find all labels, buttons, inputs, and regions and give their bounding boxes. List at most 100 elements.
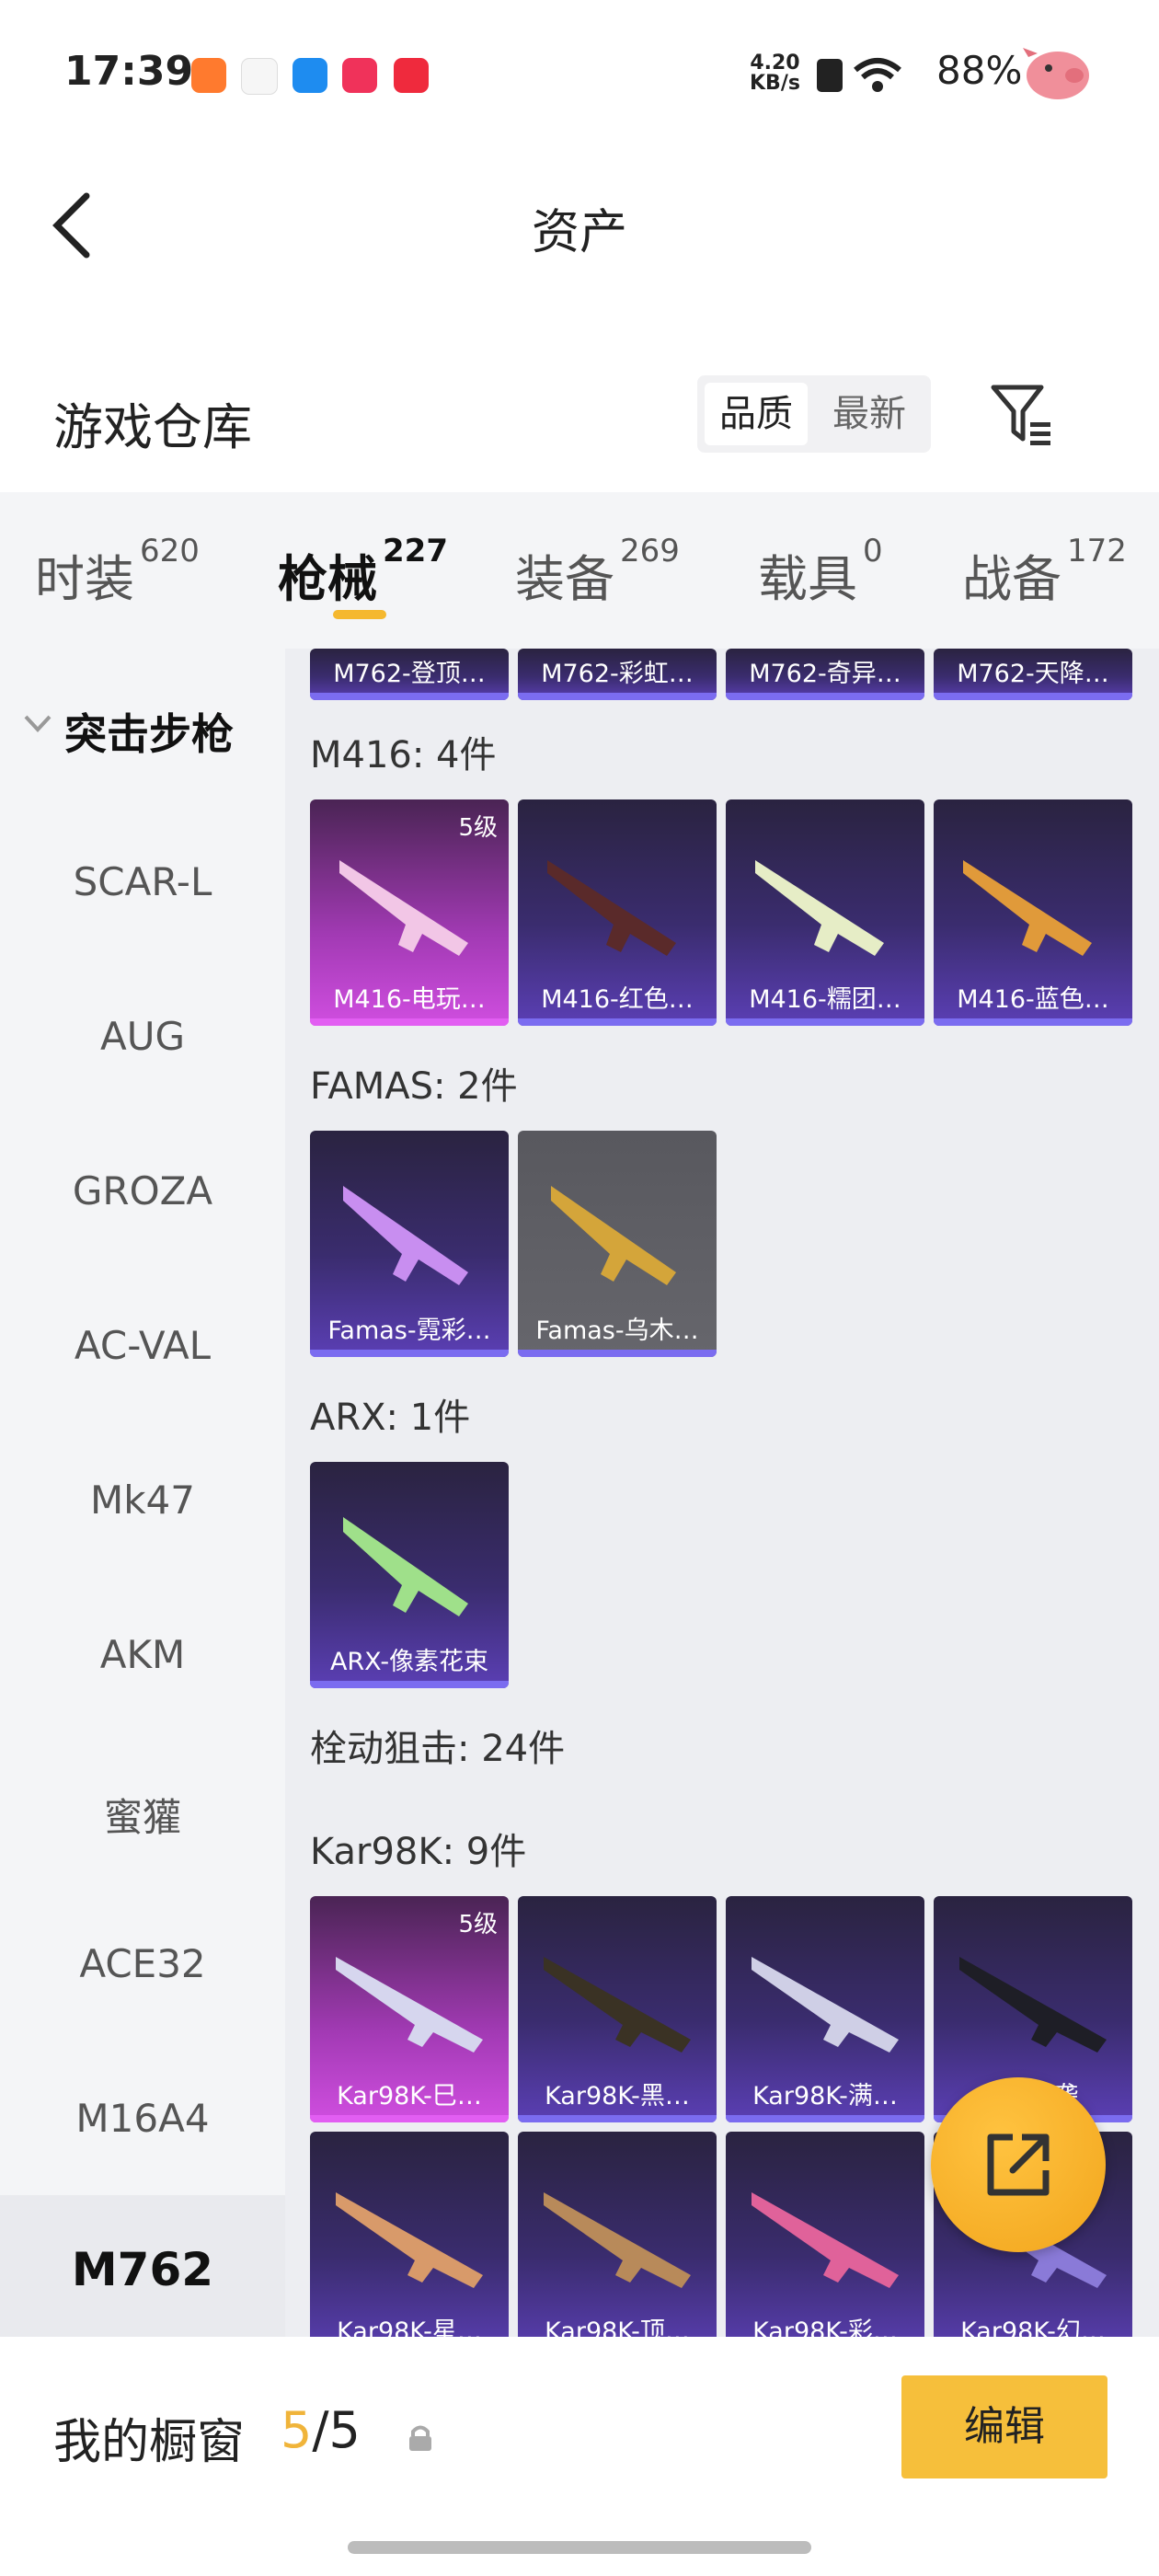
- sidebar-item-honey-badger[interactable]: 蜜獾: [0, 1787, 285, 1843]
- xiaohongshu-icon: [394, 58, 429, 93]
- browser-icon: [293, 58, 327, 93]
- rifle-icon: [551, 1186, 676, 1285]
- tab-label: 装备: [515, 550, 614, 608]
- skin-name: M762-彩虹…: [541, 660, 694, 688]
- skin-name: M762-登顶…: [333, 660, 486, 688]
- skin-card[interactable]: M762-彩虹…: [518, 649, 717, 700]
- tab-count: 620: [140, 533, 200, 569]
- skin-name: M416-糯团…: [749, 985, 901, 1014]
- sidebar-item-mk47[interactable]: Mk47: [0, 1478, 285, 1523]
- skin-card[interactable]: 5级 M416-电玩…: [310, 799, 509, 1026]
- edit-button[interactable]: 编辑: [901, 2375, 1107, 2478]
- skin-name: ARX-像素花束: [329, 1648, 489, 1676]
- rifle-icon: [963, 860, 1092, 956]
- home-indicator[interactable]: [348, 2541, 811, 2554]
- tab-equipment[interactable]: 装备 269: [515, 533, 680, 611]
- sniper-rifle-icon: [752, 1957, 899, 2053]
- skin-card[interactable]: M762-天降…: [934, 649, 1132, 700]
- page-title: 资产: [531, 205, 627, 260]
- section-header: ARX: 1件: [310, 1397, 471, 1439]
- sidebar-item-aug[interactable]: AUG: [0, 1014, 285, 1059]
- section-header: M416: 4件: [310, 734, 497, 776]
- tab-vehicles[interactable]: 载具 0: [758, 533, 883, 611]
- tab-count: 269: [620, 533, 680, 569]
- filter-icon[interactable]: [990, 382, 1054, 448]
- skin-card[interactable]: Kar98K-星…: [310, 2132, 509, 2337]
- tab-indicator: [333, 610, 386, 619]
- skin-name: Famas-乌木…: [535, 1317, 699, 1345]
- skin-name: Kar98K-星…: [337, 2317, 482, 2337]
- tab-label: 战备: [962, 550, 1061, 608]
- net-speed-value: 4.20: [750, 52, 800, 75]
- skin-name: M416-蓝色…: [957, 985, 1109, 1014]
- sidebar-item-scar-l[interactable]: SCAR-L: [0, 859, 285, 904]
- sniper-rifle-icon: [544, 2192, 691, 2288]
- chevron-down-icon: [24, 715, 52, 732]
- rifle-icon: [343, 1186, 468, 1285]
- tab-firearms[interactable]: 枪械 227: [278, 533, 448, 611]
- sniper-rifle-icon: [752, 2192, 899, 2288]
- skin-card[interactable]: Kar98K-彩…: [726, 2132, 924, 2337]
- showcase-count-total: /5: [312, 2401, 361, 2459]
- tab-fashion[interactable]: 时装 620: [35, 533, 200, 611]
- showcase-label: 我的橱窗: [53, 2415, 246, 2470]
- skin-name: M762-天降…: [957, 660, 1109, 688]
- sort-quality-option[interactable]: 品质: [705, 383, 808, 445]
- rifle-icon: [547, 860, 676, 956]
- app-icon: [241, 58, 278, 95]
- share-button[interactable]: [931, 2077, 1106, 2252]
- sidebar-item-m16a4[interactable]: M16A4: [0, 2096, 285, 2141]
- kuaishou-icon: [191, 58, 226, 93]
- net-speed: 4.20 KB/s: [750, 53, 800, 94]
- tab-supplies[interactable]: 战备 172: [962, 533, 1127, 611]
- skin-card[interactable]: M762-登顶…: [310, 649, 509, 700]
- skin-card[interactable]: M416-蓝色…: [934, 799, 1132, 1026]
- skin-name: M416-红色…: [541, 985, 694, 1014]
- skin-name: Kar98K-满…: [752, 2082, 898, 2110]
- pig-icon: [1023, 48, 1089, 99]
- sidebar-item-m762[interactable]: M762: [0, 2195, 285, 2342]
- video-icon: [342, 58, 377, 93]
- skin-card[interactable]: M416-糯团…: [726, 799, 924, 1026]
- tab-count: 0: [863, 533, 883, 569]
- sidebar-item-akm[interactable]: AKM: [0, 1632, 285, 1677]
- skin-card[interactable]: ARX-像素花束: [310, 1462, 509, 1688]
- skin-name: Famas-霓彩…: [327, 1317, 491, 1345]
- tab-count: 172: [1067, 533, 1127, 569]
- section-header: FAMAS: 2件: [310, 1065, 518, 1108]
- rifle-icon: [343, 1517, 468, 1616]
- skin-card[interactable]: M416-红色…: [518, 799, 717, 1026]
- sidebar-group-assault-rifle[interactable]: 突击步枪: [64, 701, 234, 762]
- sim-icon: [817, 59, 843, 92]
- wifi-icon: [854, 58, 901, 92]
- warehouse-title: 游戏仓库: [53, 398, 252, 456]
- skin-card[interactable]: Kar98K-满…: [726, 1896, 924, 2122]
- status-time: 17:39: [64, 48, 194, 95]
- sniper-rifle-icon: [544, 1957, 691, 2053]
- sidebar-item-ac-val[interactable]: AC-VAL: [0, 1323, 285, 1368]
- share-external-icon: [987, 2133, 1050, 2196]
- status-bar: 17:39 4.20 KB/s 88%: [0, 0, 1159, 147]
- skin-card[interactable]: 5级 Kar98K-巳…: [310, 1896, 509, 2122]
- skin-name: Kar98K-巳…: [337, 2082, 482, 2110]
- sidebar-item-label: M762: [71, 2243, 214, 2296]
- sidebar-item-ace32[interactable]: ACE32: [0, 1941, 285, 1986]
- sniper-rifle-icon: [336, 2192, 483, 2288]
- sort-latest-option[interactable]: 最新: [815, 383, 924, 445]
- net-speed-unit: KB/s: [750, 72, 800, 95]
- skin-card[interactable]: Kar98K-顶…: [518, 2132, 717, 2337]
- skin-card[interactable]: Famas-乌木…: [518, 1131, 717, 1357]
- tab-count: 227: [383, 533, 448, 569]
- battery-level: 88%: [936, 48, 1023, 93]
- tab-label: 时装: [35, 550, 134, 608]
- skin-name: Kar98K-黑…: [545, 2082, 690, 2110]
- skin-name: Kar98K-彩…: [752, 2317, 898, 2337]
- skin-card[interactable]: Famas-霓彩…: [310, 1131, 509, 1357]
- sidebar-item-groza[interactable]: GROZA: [0, 1168, 285, 1213]
- rifle-icon: [339, 860, 468, 956]
- skin-card[interactable]: Kar98K-黑…: [518, 1896, 717, 2122]
- skin-card[interactable]: M762-奇异…: [726, 649, 924, 700]
- tab-label: 枪械: [278, 550, 377, 608]
- lock-icon: [409, 2425, 431, 2451]
- skin-name: Kar98K-幻…: [960, 2317, 1106, 2337]
